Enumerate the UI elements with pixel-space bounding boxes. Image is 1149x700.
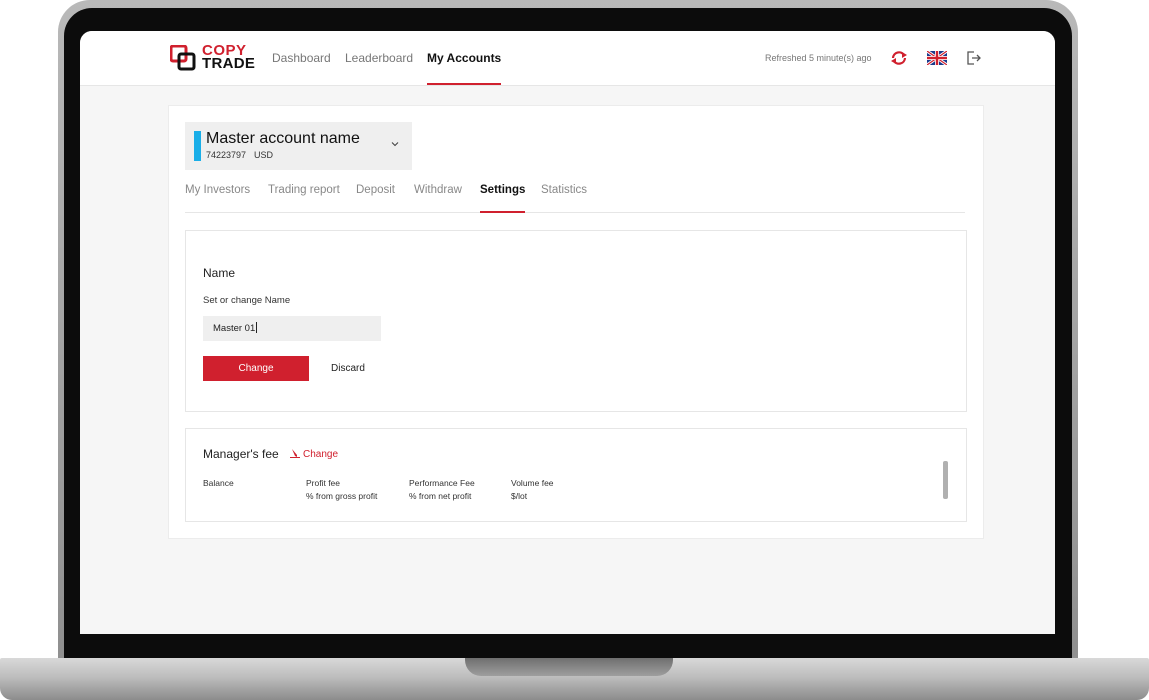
fee-col-sub: % from gross profit [306,491,378,501]
nav-dashboard[interactable]: Dashboard [272,31,331,85]
tab-settings[interactable]: Settings [480,176,526,213]
account-number: 74223797 [206,150,247,160]
refresh-icon[interactable] [890,50,908,66]
tab-deposit[interactable]: Deposit [356,176,395,212]
app-screen: COPY TRADE Dashboard Leaderboard My Acco… [80,31,1055,634]
logo[interactable]: COPY TRADE [170,43,256,73]
pencil-icon [290,449,300,458]
nav-leaderboard[interactable]: Leaderboard [345,31,413,85]
account-details: 74223797 USD [206,150,281,160]
change-fee-label: Change [303,449,339,460]
account-currency: USD [254,150,274,160]
account-name-input[interactable]: Master 01 [203,316,381,341]
managers-fee-panel: Manager's fee Change Balance Profit fee … [185,428,967,522]
tab-my-investors[interactable]: My Investors [185,176,250,212]
name-section-subtitle: Set or change Name [203,295,291,306]
tab-statistics[interactable]: Statistics [541,176,587,212]
copytrade-logo-icon [170,45,196,71]
laptop-notch [465,658,673,676]
account-selector[interactable]: Master account name 74223797 USD [185,122,412,170]
logo-text: COPY TRADE [202,43,256,72]
fee-scrollbar[interactable] [943,461,948,499]
fee-col-profit: Profit fee % from gross profit [306,477,377,503]
fee-col-balance: Balance [203,477,234,490]
account-name-input-value: Master 01 [213,323,256,334]
text-caret [256,322,258,333]
name-settings-panel: Name Set or change Name Master 01 Change… [185,230,967,412]
fee-col-header: Performance Fee [409,478,475,488]
nav-my-accounts[interactable]: My Accounts [427,31,502,85]
chevron-down-icon [391,142,399,147]
fee-col-header: Profit fee [306,478,341,488]
fee-col-performance: Performance Fee % from net profit [409,477,475,503]
fee-col-header: Balance [203,478,234,488]
top-header: COPY TRADE Dashboard Leaderboard My Acco… [80,31,1055,86]
logo-line2: TRADE [202,55,256,72]
change-fee-link[interactable]: Change [290,448,338,460]
logout-icon[interactable] [965,50,983,66]
account-tabs: My Investors Trading report Deposit With… [185,176,965,213]
account-card: Master account name 74223797 USD My Inves… [168,105,984,539]
refreshed-status: Refreshed 5 minute(s) ago [765,53,872,63]
account-name: Master account name [206,130,360,147]
fee-col-volume: Volume fee $/lot [511,477,554,503]
uk-flag-icon[interactable] [927,51,947,65]
account-color-marker [194,131,201,161]
change-name-button[interactable]: Change [203,356,309,381]
tab-trading-report[interactable]: Trading report [268,176,340,212]
fee-col-sub: % from net profit [409,491,472,501]
fee-col-sub: $/lot [511,491,528,501]
discard-button[interactable]: Discard [331,356,365,381]
tab-withdraw[interactable]: Withdraw [414,176,462,212]
managers-fee-title: Manager's fee [203,447,279,461]
name-section-title: Name [203,266,236,280]
fee-col-header: Volume fee [511,478,554,488]
